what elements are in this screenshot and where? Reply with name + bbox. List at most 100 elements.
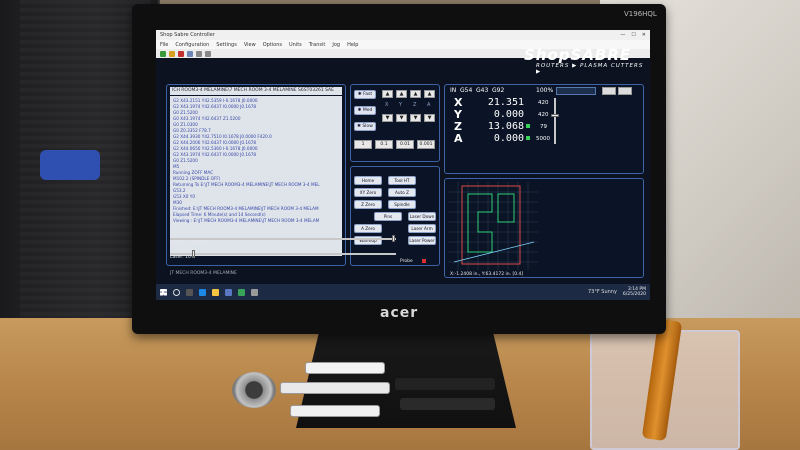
step-0-01-button[interactable]: 0.01 xyxy=(396,140,414,149)
window-titlebar: Shop Sabre Controller — ☐ ✕ xyxy=(156,30,650,40)
menu-settings[interactable]: Settings xyxy=(216,42,237,48)
gcode-list[interactable]: G2 X43.2151 Y42.5359 I-0.1678 J0.0000 G2… xyxy=(170,96,342,256)
monitor-model: V196HQL xyxy=(624,10,657,18)
screen: Shop Sabre Controller — ☐ ✕ File Configu… xyxy=(156,30,650,300)
jog-x-plus-button[interactable]: ▲ xyxy=(382,90,393,98)
laser-arm-button[interactable]: Laser Arm xyxy=(408,224,436,233)
jog-med-button[interactable]: ✱ Med xyxy=(354,106,376,115)
weather-widget[interactable]: 73°F Sunny xyxy=(588,289,617,295)
dro-y-feed: 420 xyxy=(538,112,549,118)
app-taskbar-icon[interactable] xyxy=(251,288,258,296)
menu-configuration[interactable]: Configuration xyxy=(175,42,209,48)
menu-help[interactable]: Help xyxy=(347,42,358,48)
pause-icon[interactable] xyxy=(169,50,175,57)
marker xyxy=(305,362,385,374)
minimize-icon[interactable]: — xyxy=(620,32,625,38)
shopsabre-taskbar-icon[interactable] xyxy=(238,288,245,296)
gcode-file-title: ICH ROOM3-4 MELAMINE\7 MECH ROOM 3-4 MEL… xyxy=(170,87,342,95)
laser-slider-knob[interactable] xyxy=(192,250,195,257)
jog-y-minus-button[interactable]: ▼ xyxy=(396,114,407,122)
dro-header-g54: G54 xyxy=(460,87,473,94)
settings-icon[interactable] xyxy=(196,50,202,57)
search-icon[interactable] xyxy=(173,288,180,296)
dro-a-label: A xyxy=(454,132,463,145)
step-0-1-button[interactable]: 0.1 xyxy=(375,140,393,149)
gcode-line: Returning To E:\JT MECH ROOM3-4 MELAMINE… xyxy=(173,182,320,187)
step-1-button[interactable]: 1 xyxy=(354,140,372,149)
maximize-icon[interactable]: ☐ xyxy=(631,32,635,38)
dro-header-g92: G92 xyxy=(492,87,505,94)
jog-a-plus-button[interactable]: ▲ xyxy=(424,90,435,98)
task-view-icon[interactable] xyxy=(186,288,193,296)
dro-option-button[interactable] xyxy=(602,87,616,95)
status-file: JT MECH ROOM3-4 MELAMINE xyxy=(170,271,237,276)
units-select[interactable] xyxy=(556,87,596,95)
close-icon[interactable]: ✕ xyxy=(642,32,646,38)
store-icon[interactable] xyxy=(225,288,232,296)
dro-y-value: 0.000 xyxy=(493,109,524,120)
stop-icon[interactable] xyxy=(178,50,184,57)
dro-z-value: 13.068 xyxy=(487,121,524,132)
dro-a-value: 0.000 xyxy=(493,133,524,144)
dro-a-feed: 5000 xyxy=(536,136,550,142)
axis-label-x: X xyxy=(385,102,389,108)
z-status-led xyxy=(526,124,530,128)
menu-transit[interactable]: Transit xyxy=(309,42,326,48)
open-icon[interactable] xyxy=(187,50,193,57)
probe-led xyxy=(422,259,426,263)
axis-label-z: Z xyxy=(413,102,417,108)
probe-label: Probe xyxy=(400,259,413,264)
toolpath-view[interactable] xyxy=(448,182,538,272)
axis-label-y: Y xyxy=(399,102,403,108)
view-icon[interactable] xyxy=(205,50,211,57)
tool-ht-button[interactable]: Tool HT xyxy=(388,176,416,185)
menu-options[interactable]: Options xyxy=(263,42,282,48)
axis-label-a: A xyxy=(427,102,431,108)
marker xyxy=(290,405,380,417)
jog-fast-button[interactable]: ✱ Fast xyxy=(354,90,376,99)
jog-z-minus-button[interactable]: ▼ xyxy=(410,114,421,122)
a-zero-button[interactable]: A Zero xyxy=(354,224,382,233)
jog-z-plus-button[interactable]: ▲ xyxy=(410,90,421,98)
jog-x-minus-button[interactable]: ▼ xyxy=(382,114,393,122)
xy-zero-button[interactable]: XY Zero xyxy=(354,188,382,197)
window-controls: — ☐ ✕ xyxy=(620,32,646,38)
dro-option-button[interactable] xyxy=(618,87,632,95)
menu-jog[interactable]: Jog xyxy=(332,42,340,48)
jog-y-plus-button[interactable]: ▲ xyxy=(396,90,407,98)
clock[interactable]: 3:14 PM 6/25/2020 xyxy=(623,287,646,297)
pins-button[interactable]: Pins xyxy=(374,212,402,221)
spindle-slider-track[interactable] xyxy=(170,238,396,240)
jog-slow-button[interactable]: ✱ Slow xyxy=(354,122,376,131)
z-zero-button[interactable]: Z Zero xyxy=(354,200,382,209)
laser-slider-track[interactable] xyxy=(170,253,396,255)
windows-start-icon[interactable] xyxy=(160,288,167,296)
home-button[interactable]: Home xyxy=(354,176,382,185)
dro-x-value: 21.351 xyxy=(487,97,524,108)
marker xyxy=(400,398,495,410)
controller-app: ICH ROOM3-4 MELAMINE\7 MECH ROOM 3-4 MEL… xyxy=(156,46,650,284)
laser-power-button[interactable]: Laser Power xyxy=(408,236,436,245)
play-icon[interactable] xyxy=(160,50,166,57)
menu-view[interactable]: View xyxy=(244,42,256,48)
edge-icon[interactable] xyxy=(199,288,206,296)
shopsabre-logo: ShopSABRE xyxy=(524,46,632,64)
dro-header-in: IN xyxy=(450,87,457,94)
auto-z-button[interactable]: Auto Z xyxy=(388,188,416,197)
metal-ring xyxy=(232,372,276,408)
file-explorer-icon[interactable] xyxy=(212,288,219,296)
dro-x-feed: 420 xyxy=(538,100,549,106)
spindle-button[interactable]: Spindle xyxy=(388,200,416,209)
jog-a-minus-button[interactable]: ▼ xyxy=(424,114,435,122)
feed-slider-knob[interactable] xyxy=(551,114,559,117)
cursor-coordinates: X:-1.2408 in., Y:63.4172 in. [0.4] xyxy=(450,272,524,277)
menu-units[interactable]: Units xyxy=(289,42,302,48)
vga-cable xyxy=(40,150,100,180)
laser-down-button[interactable]: Laser Down xyxy=(408,212,436,221)
gcode-line: Viewing : E:\JT MECH ROOM3-4 MELAMINE\JT… xyxy=(173,218,320,223)
dro-header-g43: G43 xyxy=(476,87,489,94)
spindle-slider-knob[interactable] xyxy=(392,235,395,242)
step-0-001-button[interactable]: 0.001 xyxy=(417,140,435,149)
menu-file[interactable]: File xyxy=(160,42,168,48)
feed-slider-track[interactable] xyxy=(554,98,556,144)
